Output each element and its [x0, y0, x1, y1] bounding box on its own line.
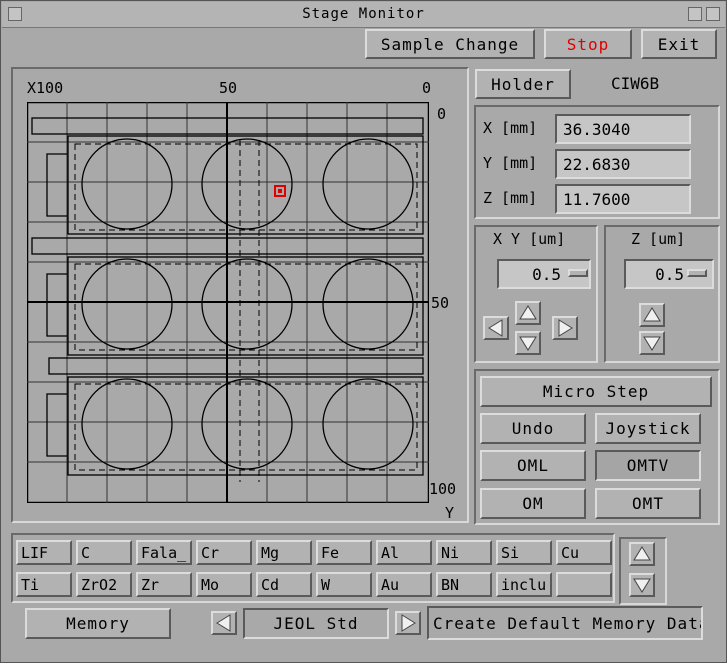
holder-button[interactable]: Holder — [475, 69, 571, 99]
xy-step-slider-thumb[interactable] — [568, 269, 588, 277]
title-bar[interactable]: Stage Monitor — [2, 2, 725, 28]
material-button-row1-4[interactable]: Cr — [196, 540, 252, 565]
window-title: Stage Monitor — [302, 6, 425, 22]
material-button-row2-4[interactable]: Mo — [196, 572, 252, 597]
material-button-row1-2[interactable]: C — [76, 540, 132, 565]
memory-next-arrow-button[interactable] — [395, 611, 421, 635]
stop-button[interactable]: Stop — [544, 29, 632, 59]
z-step-slider-thumb[interactable] — [687, 269, 707, 277]
memory-prev-arrow-button[interactable] — [211, 611, 237, 635]
z-step-label: Z [um] — [631, 230, 686, 248]
material-button-row2-3[interactable]: Zr — [136, 572, 192, 597]
stage-monitor-window: Stage Monitor Sample Change Stop Exit X1… — [0, 0, 727, 663]
joystick-button[interactable]: Joystick — [595, 413, 701, 444]
map-x-mid-label: 50 — [219, 79, 238, 97]
material-button-row2-10[interactable] — [556, 572, 612, 597]
create-default-memory-button[interactable]: Create Default Memory Data — [427, 606, 703, 640]
material-button-row2-2[interactable]: ZrO2 — [76, 572, 132, 597]
material-button-row2-1[interactable]: Ti — [16, 572, 72, 597]
memory-button[interactable]: Memory — [25, 608, 171, 639]
xy-up-arrow-button[interactable] — [515, 301, 541, 325]
xy-down-arrow-button[interactable] — [515, 331, 541, 355]
material-button-row1-1[interactable]: LIF — [16, 540, 72, 565]
map-y-bottom-label: 100 — [429, 480, 457, 498]
map-x-right-label: 0 — [422, 79, 432, 97]
material-button-row1-7[interactable]: Al — [376, 540, 432, 565]
memory-standard-display: JEOL Std — [243, 608, 389, 639]
x-coord-label: X [mm] — [483, 119, 538, 137]
material-button-row1-5[interactable]: Mg — [256, 540, 312, 565]
material-button-row1-6[interactable]: Fe — [316, 540, 372, 565]
material-button-row1-9[interactable]: Si — [496, 540, 552, 565]
holder-value: CIW6B — [611, 74, 660, 93]
z-coord-field[interactable]: 11.7600 — [555, 184, 691, 214]
sample-change-button[interactable]: Sample Change — [365, 29, 535, 59]
om-button[interactable]: OM — [480, 488, 586, 519]
map-y-axis-label: Y — [445, 504, 455, 522]
material-button-row1-8[interactable]: Ni — [436, 540, 492, 565]
material-button-row2-5[interactable]: Cd — [256, 572, 312, 597]
materials-down-arrow-button[interactable] — [629, 573, 655, 597]
omtv-button[interactable]: OMTV — [595, 450, 701, 481]
xy-left-arrow-button[interactable] — [483, 316, 509, 340]
map-y-mid-label: 50 — [431, 294, 450, 312]
material-button-row2-8[interactable]: BN — [436, 572, 492, 597]
minimize-button[interactable] — [688, 7, 702, 21]
materials-up-arrow-button[interactable] — [629, 542, 655, 566]
y-coord-label: Y [mm] — [483, 154, 538, 172]
material-button-row2-7[interactable]: Au — [376, 572, 432, 597]
material-button-row2-9[interactable]: inclu — [496, 572, 552, 597]
xy-step-label: X Y [um] — [493, 230, 566, 248]
z-up-arrow-button[interactable] — [639, 303, 665, 327]
material-button-row2-6[interactable]: W — [316, 572, 372, 597]
maximize-button[interactable] — [706, 7, 720, 21]
material-button-row1-10[interactable]: Cu — [556, 540, 612, 565]
map-x-left-label: X100 — [27, 79, 64, 97]
y-coord-field[interactable]: 22.6830 — [555, 149, 691, 179]
map-y-top-label: 0 — [437, 105, 447, 123]
xy-right-arrow-button[interactable] — [552, 316, 578, 340]
z-down-arrow-button[interactable] — [639, 331, 665, 355]
stage-map[interactable] — [27, 102, 429, 503]
micro-step-button[interactable]: Micro Step — [480, 376, 712, 407]
undo-button[interactable]: Undo — [480, 413, 586, 444]
z-coord-label: Z [mm] — [483, 189, 538, 207]
omt-button[interactable]: OMT — [595, 488, 701, 519]
x-coord-field[interactable]: 36.3040 — [555, 114, 691, 144]
material-button-row1-3[interactable]: Fala_ — [136, 540, 192, 565]
exit-button[interactable]: Exit — [641, 29, 717, 59]
oml-button[interactable]: OML — [480, 450, 586, 481]
